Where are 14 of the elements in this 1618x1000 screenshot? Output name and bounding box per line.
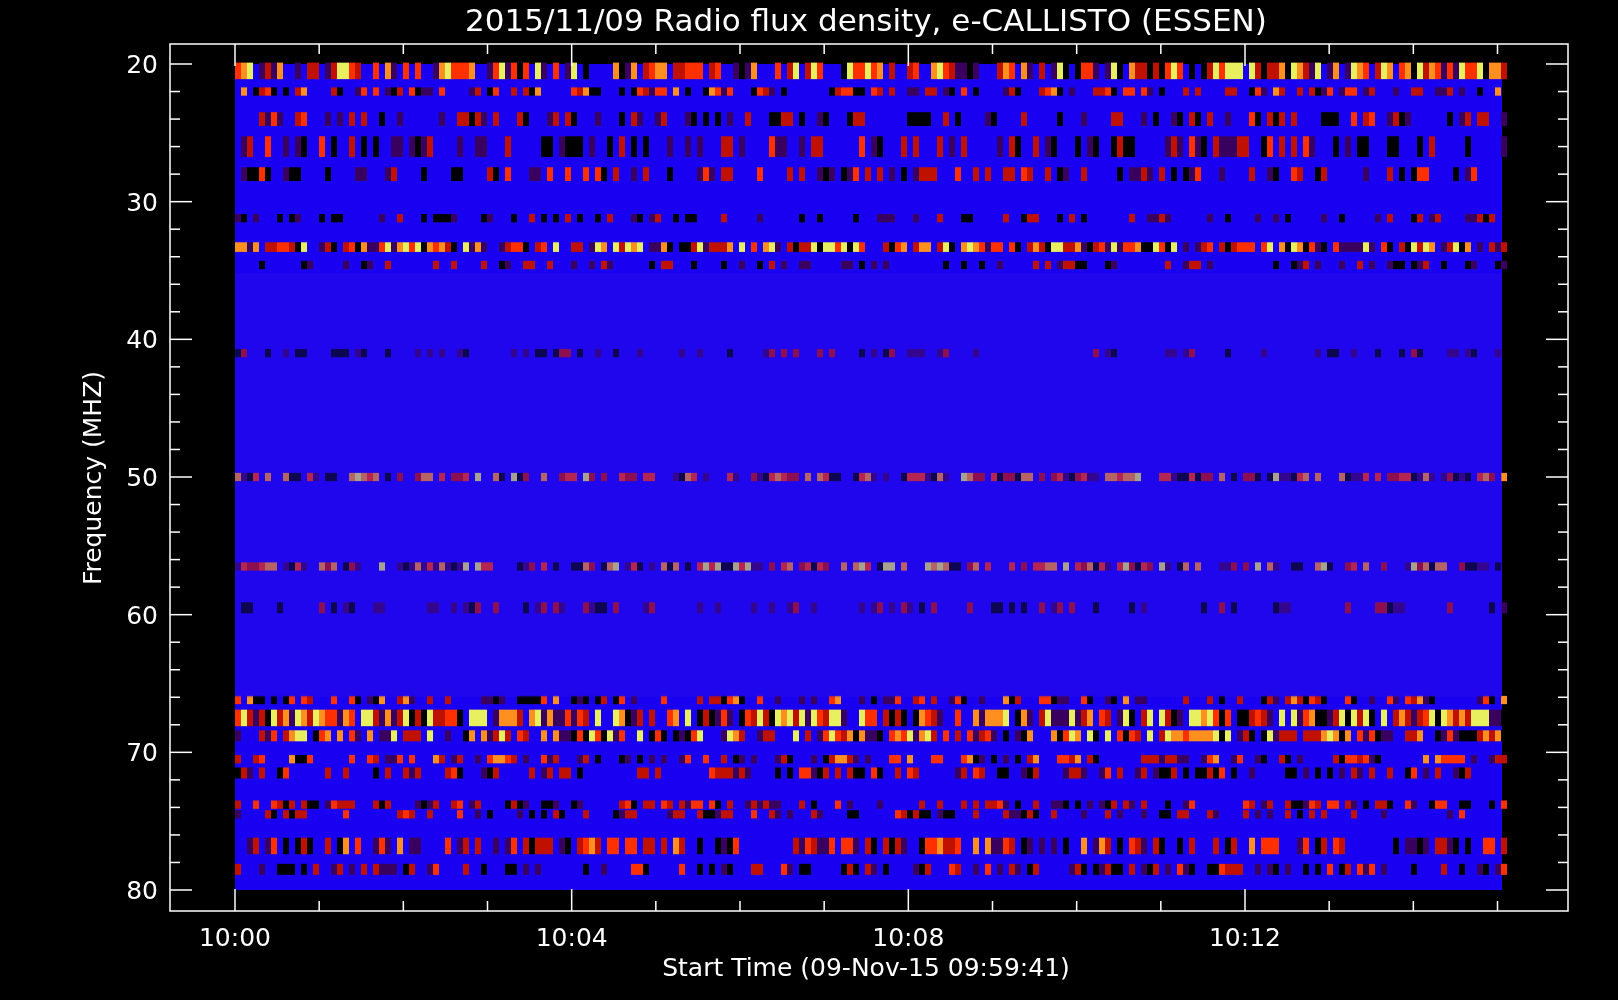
y-axis-label: Frequency (MHZ) [78,370,107,586]
tick-label: 60 [126,600,158,630]
tick-label: 10:00 [199,923,271,952]
x-axis-label: Start Time (09-Nov-15 09:59:41) [662,953,1070,982]
tick-label: 10:08 [872,923,945,952]
tick-label: 80 [126,876,158,905]
tick-label: 70 [126,738,158,768]
chart-title: 2015/11/09 Radio flux density, e-CALLISTO (ESSEN) [465,2,1267,38]
tick-label: 20 [126,50,158,79]
tick-label: 40 [126,325,158,355]
tick-label: 10:04 [535,923,608,952]
tick-label: 10:12 [1209,923,1281,952]
tick-label: 50 [126,463,158,492]
tick-label: 30 [126,187,158,217]
